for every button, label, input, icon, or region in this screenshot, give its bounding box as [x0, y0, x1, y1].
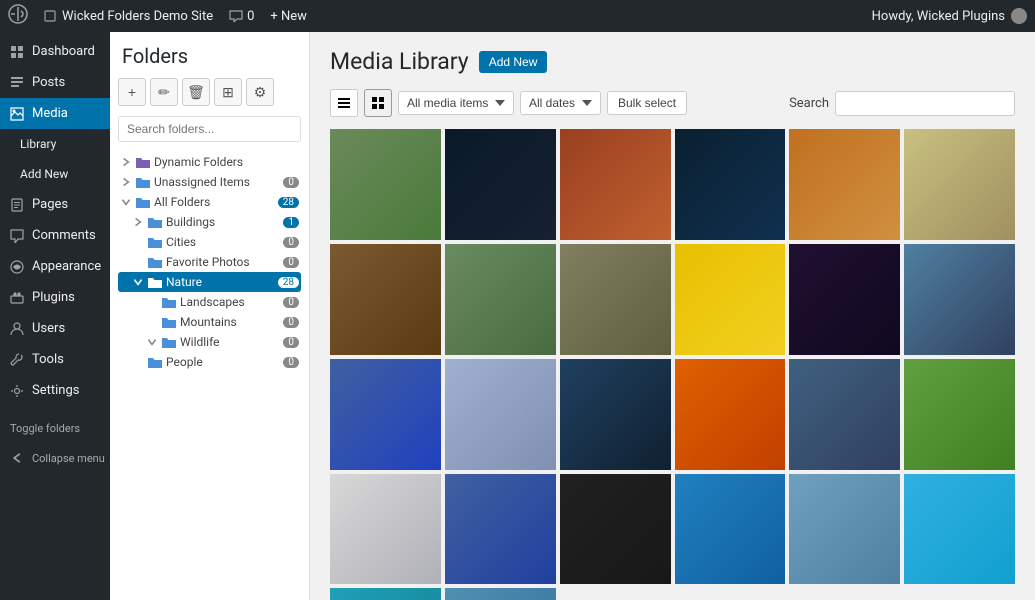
nav-item-library[interactable]: Library: [0, 129, 110, 159]
image-cell[interactable]: [560, 244, 671, 355]
media-filter-select[interactable]: All media items: [398, 91, 514, 115]
nav-item-add-new[interactable]: Add New: [0, 159, 110, 189]
folder-toolbar: + ✏ 🗑 ⊞ ⚙: [118, 78, 301, 106]
image-grid: [330, 129, 1015, 600]
folder-item-all-folders[interactable]: All Folders 28: [118, 192, 301, 212]
add-new-button[interactable]: Add New: [479, 51, 548, 73]
image-cell[interactable]: [789, 129, 900, 240]
nav-item-appearance[interactable]: Appearance: [0, 251, 110, 282]
image-cell[interactable]: [445, 244, 556, 355]
image-cell[interactable]: [445, 129, 556, 240]
folder-item-unassigned[interactable]: Unassigned Items 0: [118, 172, 301, 192]
folder-search-input[interactable]: [118, 116, 301, 142]
image-cell[interactable]: [789, 474, 900, 585]
image-cell[interactable]: [904, 474, 1015, 585]
image-cell[interactable]: [330, 129, 441, 240]
search-area: Search: [789, 91, 1015, 116]
media-main: Media Library Add New All media items Al…: [310, 32, 1035, 600]
nav-item-media[interactable]: Media: [0, 98, 110, 129]
media-header: Media Library Add New: [330, 48, 1015, 75]
image-cell[interactable]: [330, 244, 441, 355]
folder-tree: Dynamic Folders Unassigned Items 0 All F…: [118, 152, 301, 372]
nav-item-tools[interactable]: Tools: [0, 344, 110, 375]
date-filter-select[interactable]: All dates: [520, 91, 601, 115]
image-cell[interactable]: [330, 359, 441, 470]
search-input[interactable]: [835, 91, 1015, 116]
image-cell[interactable]: [445, 359, 556, 470]
avatar[interactable]: [1011, 8, 1027, 24]
nav-item-comments[interactable]: Comments: [0, 220, 110, 251]
add-folder-button[interactable]: +: [118, 78, 146, 106]
folder-item-mountains[interactable]: Mountains 0: [118, 312, 301, 332]
folders-title: Folders: [118, 44, 301, 68]
nav-item-plugins[interactable]: Plugins: [0, 282, 110, 313]
new-item-button[interactable]: + New: [270, 9, 307, 24]
folder-item-landscapes[interactable]: Landscapes 0: [118, 292, 301, 312]
folder-item-buildings[interactable]: Buildings 1: [118, 212, 301, 232]
image-cell[interactable]: [675, 129, 786, 240]
image-cell[interactable]: [560, 129, 671, 240]
folders-sidebar: Folders + ✏ 🗑 ⊞ ⚙ Dynamic Folders Unassi…: [110, 32, 310, 600]
image-cell[interactable]: [445, 588, 556, 600]
image-cell[interactable]: [330, 588, 441, 600]
nav-item-pages[interactable]: Pages: [0, 189, 110, 220]
media-toolbar: All media items All dates Bulk select Se…: [330, 89, 1015, 117]
grid-view-button[interactable]: [364, 89, 392, 117]
nav-item-users[interactable]: Users: [0, 313, 110, 344]
howdy-text: Howdy, Wicked Plugins: [872, 8, 1027, 24]
edit-folder-button[interactable]: ✏: [150, 78, 178, 106]
search-label: Search: [789, 96, 829, 111]
site-name[interactable]: Wicked Folders Demo Site: [44, 9, 213, 24]
left-navigation: Dashboard Posts Media Library Add New Pa…: [0, 32, 110, 600]
folder-item-cities[interactable]: Cities 0: [118, 232, 301, 252]
image-cell[interactable]: [560, 359, 671, 470]
folder-item-dynamic[interactable]: Dynamic Folders: [118, 152, 301, 172]
settings-folder-button[interactable]: ⚙: [246, 78, 274, 106]
folder-item-nature[interactable]: Nature 28: [118, 272, 301, 292]
image-cell[interactable]: [560, 474, 671, 585]
nav-item-collapse-menu[interactable]: Collapse menu: [0, 443, 110, 473]
image-cell[interactable]: [330, 474, 441, 585]
folder-item-wildlife[interactable]: Wildlife 0: [118, 332, 301, 352]
nav-item-toggle-folders[interactable]: Toggle folders: [0, 414, 110, 443]
image-cell[interactable]: [675, 474, 786, 585]
image-cell[interactable]: [904, 244, 1015, 355]
nav-item-dashboard[interactable]: Dashboard: [0, 36, 110, 67]
media-title: Media Library: [330, 48, 469, 75]
comments-count[interactable]: 0: [229, 9, 254, 24]
nav-item-posts[interactable]: Posts: [0, 67, 110, 98]
image-cell[interactable]: [904, 129, 1015, 240]
image-cell[interactable]: [789, 359, 900, 470]
grid-folder-button[interactable]: ⊞: [214, 78, 242, 106]
folder-item-favorite-photos[interactable]: Favorite Photos 0: [118, 252, 301, 272]
wp-logo-icon[interactable]: [8, 4, 28, 28]
image-cell[interactable]: [904, 359, 1015, 470]
list-view-button[interactable]: [330, 89, 358, 117]
folder-item-people[interactable]: People 0: [118, 352, 301, 372]
image-cell[interactable]: [675, 244, 786, 355]
image-cell[interactable]: [675, 359, 786, 470]
image-cell[interactable]: [445, 474, 556, 585]
delete-folder-button[interactable]: 🗑: [182, 78, 210, 106]
bulk-select-button[interactable]: Bulk select: [607, 91, 687, 115]
admin-bar: Wicked Folders Demo Site 0 + New Howdy, …: [0, 0, 1035, 32]
image-cell[interactable]: [789, 244, 900, 355]
nav-item-settings[interactable]: Settings: [0, 375, 110, 406]
